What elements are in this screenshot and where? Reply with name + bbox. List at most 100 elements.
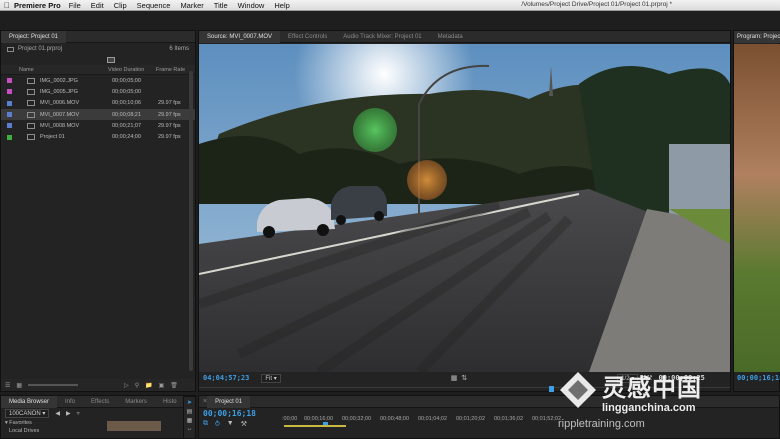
label-swatch <box>7 134 12 140</box>
document-path: /Volumes/Project Drive/Project 01/Projec… <box>521 1 672 8</box>
source-tabbar: Source: MVI_0007.MOV Effect Controls Aud… <box>199 30 730 43</box>
project-scrollbar[interactable] <box>189 71 193 371</box>
project-item-sequence[interactable]: Project 01 00;00;24;00 29.97 fps <box>1 131 195 142</box>
track-select-tool-icon[interactable]: ▤ <box>187 408 193 415</box>
ruler-tick: 00;01;36;02 <box>494 416 524 422</box>
program-monitor: Program: Project 01 00;00;16;18 <box>733 30 780 392</box>
still-image-icon <box>27 77 35 84</box>
video-clip-icon <box>27 122 35 129</box>
snap-icon[interactable]: ⧉ <box>203 420 208 428</box>
menu-marker[interactable]: Marker <box>180 1 203 10</box>
tab-source[interactable]: Source: MVI_0007.MOV <box>199 30 281 43</box>
timeline-settings-icon[interactable]: ⚒ <box>241 420 247 428</box>
col-rate[interactable]: Frame Rate <box>156 67 185 73</box>
ruler-tick: 00;00;48;00 <box>380 416 410 422</box>
filter-icon[interactable]: ▿ <box>77 410 80 417</box>
linked-selection-icon[interactable]: ⥁ <box>215 420 220 428</box>
project-item-img0005[interactable]: IMG_0005.JPG 00;00;05;00 <box>1 86 195 97</box>
drag-video-icon[interactable]: ⇅ <box>461 374 467 382</box>
menu-file[interactable]: File <box>69 1 81 10</box>
bin-icon <box>7 46 14 52</box>
sequence-icon <box>27 134 35 141</box>
find-icon[interactable]: ⚲ <box>135 382 139 389</box>
video-clip-icon <box>27 100 35 107</box>
zoom-slider[interactable] <box>28 384 79 386</box>
project-list: IMG_0002.JPG 00;00;05;00 IMG_0005.JPG 00… <box>1 75 195 143</box>
project-panel: Project: Project 01 Project 01.prproj 6 … <box>0 30 196 392</box>
timeline-timecode[interactable]: 00;00;16;18 <box>203 409 256 418</box>
icon-view-icon[interactable]: ▦ <box>16 382 22 389</box>
tab-info[interactable]: Info <box>57 396 83 408</box>
menu-title[interactable]: Title <box>214 1 228 10</box>
project-item-mvi0007[interactable]: MVI_0007.MOV 00;00;08;21 29.97 fps <box>1 108 195 121</box>
menu-sequence[interactable]: Sequence <box>137 1 171 10</box>
label-swatch <box>7 100 12 106</box>
new-item-icon[interactable]: ▣ <box>159 382 165 389</box>
col-duration[interactable]: Video Duration <box>108 67 156 73</box>
tab-audio-track-mixer[interactable]: Audio Track Mixer: Project 01 <box>335 31 429 43</box>
menu-edit[interactable]: Edit <box>91 1 104 10</box>
program-video-frame[interactable] <box>734 44 780 372</box>
tab-effect-controls[interactable]: Effect Controls <box>280 31 335 43</box>
project-file-name: Project 01.prproj <box>18 46 63 52</box>
ruler-tick: 00;01;04;02 <box>418 416 448 422</box>
project-column-header: Name Video Duration Frame Rate <box>1 65 195 75</box>
list-view-icon[interactable]: ☰ <box>5 382 10 389</box>
trash-icon[interactable]: 🗑 <box>170 382 178 389</box>
new-bin-icon[interactable] <box>107 57 115 63</box>
project-item-mvi0006[interactable]: MVI_0006.MOV 00;00;10;06 29.97 fps <box>1 98 195 109</box>
project-search-row <box>1 55 195 65</box>
video-clip-icon <box>27 111 35 118</box>
new-bin-button-icon[interactable]: 📁 <box>145 382 152 389</box>
back-arrow-icon[interactable]: ◀ <box>55 410 60 417</box>
watermark-url: lingganchina.com <box>602 402 696 414</box>
zoom-dropdown[interactable]: Fit ▾ <box>261 373 281 383</box>
location-dropdown[interactable]: 100CANON ▾ <box>5 409 50 418</box>
street-scene-image <box>199 44 730 372</box>
selection-tool-icon[interactable]: ➤ <box>187 399 192 406</box>
media-browser-toolbar: 100CANON ▾ ◀ ▶ ▿ <box>1 408 195 419</box>
tree-local-drives[interactable]: Local Drives <box>5 427 195 435</box>
forward-arrow-icon[interactable]: ▶ <box>66 410 71 417</box>
media-browser-panel: Media Browser Info Effects Markers Histo… <box>0 395 196 439</box>
project-item-img0002[interactable]: IMG_0002.JPG 00;00;05;00 <box>1 75 195 86</box>
safe-margins-icon[interactable]: ▦ <box>451 374 458 382</box>
tab-timeline[interactable]: Project 01 <box>207 395 251 408</box>
add-marker-timeline-icon[interactable]: ▼ <box>227 420 234 428</box>
project-tabbar: Project: Project 01 <box>1 30 195 43</box>
tab-markers[interactable]: Markers <box>117 396 155 408</box>
menu-clip[interactable]: Clip <box>114 1 127 10</box>
tree-favorites[interactable]: ▾ Favorites <box>5 419 195 427</box>
ruler-tick: 00;01;20;02 <box>456 416 486 422</box>
tab-histo[interactable]: Histo <box>155 396 185 408</box>
source-current-timecode[interactable]: 04;04;57;23 <box>203 374 249 382</box>
menu-help[interactable]: Help <box>274 1 289 10</box>
automate-icon[interactable]: ▷ <box>124 382 129 389</box>
media-browser-tabbar: Media Browser Info Effects Markers Histo <box>1 395 195 408</box>
tab-metadata[interactable]: Metadata <box>430 31 471 43</box>
apple-icon[interactable]:  <box>0 1 14 10</box>
timeline-tools: ⧉ ⥁ ▼ ⚒ <box>203 420 247 428</box>
tab-effects[interactable]: Effects <box>83 396 117 408</box>
work-area-bar[interactable] <box>284 425 346 427</box>
menu-window[interactable]: Window <box>238 1 265 10</box>
watermark-brand: 灵感中国 <box>602 374 702 402</box>
watermark-logo-icon <box>560 372 596 408</box>
still-image-icon <box>27 88 35 95</box>
playhead-marker[interactable] <box>549 386 555 392</box>
tab-program[interactable]: Program: Project 01 <box>734 30 780 43</box>
rate-stretch-tool-icon[interactable]: ↔ <box>187 426 193 432</box>
source-video-frame[interactable] <box>199 44 730 372</box>
app-menu[interactable]: Premiere Pro <box>14 1 61 10</box>
watermark-credit: rippletraining.com <box>558 418 645 430</box>
tab-project[interactable]: Project: Project 01 <box>1 30 67 43</box>
menu-bar:  Premiere Pro File Edit Clip Sequence M… <box>0 0 780 11</box>
media-browser-tree: ▾ Favorites Local Drives <box>1 419 195 435</box>
label-swatch <box>7 123 12 129</box>
ripple-edit-tool-icon[interactable]: ▦ <box>187 417 193 424</box>
thumbnail-preview[interactable] <box>107 421 161 431</box>
tab-media-browser[interactable]: Media Browser <box>1 395 58 408</box>
col-name[interactable]: Name <box>1 67 108 73</box>
project-item-mvi0008[interactable]: MVI_0008.MOV 00;00;21;07 29.97 fps <box>1 120 195 131</box>
label-swatch <box>7 78 12 84</box>
